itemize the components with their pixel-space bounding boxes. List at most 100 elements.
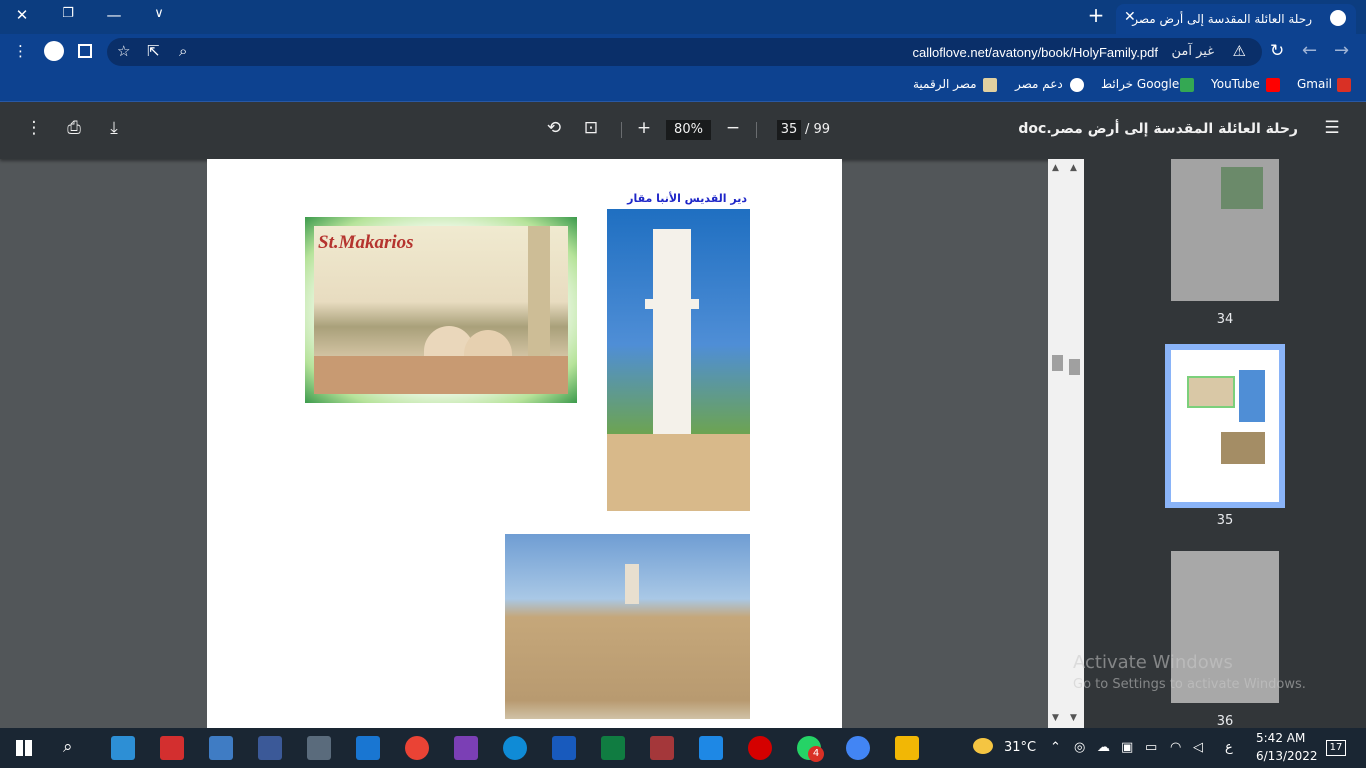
clock-time[interactable]: 5:42 AM: [1256, 731, 1305, 745]
thumbnail-pane: 34 35 36: [1084, 159, 1366, 729]
scroll-thumb[interactable]: [1052, 355, 1063, 371]
activation-watermark-subtitle: Go to Settings to activate Windows.: [1073, 677, 1306, 692]
scroll-down-icon[interactable]: ▼: [1070, 713, 1077, 723]
access-icon[interactable]: [650, 736, 674, 760]
scroll-down-icon[interactable]: ▼: [1052, 713, 1059, 723]
tower-balcony: [645, 299, 699, 309]
scroll-up-icon[interactable]: ▲: [1052, 163, 1059, 173]
zoom-in-icon[interactable]: +: [632, 118, 656, 138]
minimize-window-icon[interactable]: —: [103, 6, 125, 24]
close-window-icon[interactable]: ✕: [11, 6, 33, 24]
close-tab-icon[interactable]: ✕: [1124, 9, 1136, 25]
bookmark-support-egypt[interactable]: دعم مصر: [1015, 77, 1063, 91]
tab-search-icon[interactable]: ∨: [148, 6, 170, 21]
more-options-icon[interactable]: ⋮: [22, 118, 46, 138]
calendar-icon[interactable]: [356, 736, 380, 760]
taskbar: ⌕ 4 31°C ⌃ ◎ ☁ ▣ ▭ ◠ ◁ ع 5:42 AM 6/13/20…: [0, 728, 1366, 768]
zoom-search-icon[interactable]: ⌕: [179, 42, 187, 60]
bookmark-youtube[interactable]: YouTube: [1211, 77, 1260, 91]
opera-icon[interactable]: [748, 736, 772, 760]
bookmark-digital-egypt[interactable]: مصر الرقمية: [913, 77, 977, 91]
tower-photo: [607, 209, 750, 511]
globe-icon: [1330, 10, 1346, 26]
download-icon[interactable]: ⤓: [102, 118, 126, 138]
thumbnail-number: 34: [1216, 312, 1234, 327]
bookmark-maps[interactable]: خرائط Google: [1101, 77, 1179, 91]
scroll-up-icon[interactable]: ▲: [1070, 163, 1077, 173]
reload-icon[interactable]: ↻: [1270, 41, 1284, 61]
bookmark-star-icon[interactable]: ☆: [117, 42, 130, 60]
facebook-icon[interactable]: [258, 736, 282, 760]
building-base: [314, 356, 568, 394]
rotate-icon[interactable]: ⟲: [542, 118, 566, 138]
forward-icon[interactable]: →: [1334, 40, 1349, 61]
file-explorer-icon[interactable]: [895, 736, 919, 760]
weather-icon[interactable]: [973, 738, 993, 754]
side-panel-icon[interactable]: [78, 44, 92, 58]
notification-center[interactable]: 17: [1326, 740, 1346, 756]
language-indicator[interactable]: ع: [1225, 740, 1233, 755]
tray-icon[interactable]: ▣: [1121, 740, 1133, 755]
menu-dots-icon[interactable]: ⋮: [13, 42, 28, 60]
back-icon[interactable]: ←: [1302, 40, 1317, 61]
omnibox[interactable]: ☆ ⇱ ⌕ calloflove.net/avatony/book/HolyFa…: [107, 38, 1262, 66]
cloud-icon[interactable]: ☁: [1097, 740, 1110, 755]
warning-icon[interactable]: ⚠: [1233, 42, 1246, 60]
scroll-thumb[interactable]: [1069, 359, 1080, 375]
active-tab[interactable]: رحلة العائلة المقدسة إلى أرض مصر ✕: [1116, 4, 1356, 34]
chevron-up-icon[interactable]: ⌃: [1050, 740, 1061, 755]
magnifier-icon[interactable]: [209, 736, 233, 760]
restore-window-icon[interactable]: ❐: [57, 6, 79, 21]
address-row: ⋮ ☆ ⇱ ⌕ calloflove.net/avatony/book/Holy…: [0, 34, 1366, 70]
thumbnail-image: [1221, 432, 1265, 464]
search-icon[interactable]: ⌕: [63, 737, 73, 757]
visual-studio-icon[interactable]: [454, 736, 478, 760]
new-tab-button[interactable]: +: [1085, 3, 1107, 27]
security-label[interactable]: غير آمن: [1172, 44, 1215, 59]
windows-start-icon[interactable]: [16, 740, 32, 756]
thumbnail-page-35[interactable]: [1171, 350, 1279, 502]
sidebar-menu-icon[interactable]: ☰: [1320, 118, 1344, 138]
thumbnail-image: [1221, 167, 1263, 209]
profile-avatar[interactable]: [44, 41, 64, 61]
clock-date[interactable]: 6/13/2022: [1256, 749, 1318, 763]
separator: [621, 122, 622, 138]
battery-icon[interactable]: ▭: [1145, 740, 1157, 755]
share-icon[interactable]: ⇱: [147, 42, 160, 60]
bookmark-gmail[interactable]: Gmail: [1297, 77, 1332, 91]
youtube-icon: [1266, 78, 1280, 92]
monastery-wall-photo: [505, 534, 750, 719]
zoom-out-icon[interactable]: −: [721, 118, 745, 138]
wifi-icon[interactable]: ◠: [1170, 740, 1181, 755]
fit-page-icon[interactable]: ⊡: [579, 118, 603, 138]
sync-icon[interactable]: [699, 736, 723, 760]
thumbnail-number: 35: [1216, 513, 1234, 528]
tab-title: رحلة العائلة المقدسة إلى أرض مصر: [1132, 12, 1312, 26]
tray-icon[interactable]: ◎: [1074, 740, 1085, 755]
excel-icon[interactable]: [601, 736, 625, 760]
edge-icon[interactable]: [503, 736, 527, 760]
bell-tower: [528, 226, 550, 356]
whatsapp-badge: 4: [808, 746, 824, 762]
print-icon[interactable]: ⎙: [62, 118, 86, 138]
page-total: / 99: [805, 122, 831, 137]
weather-temp[interactable]: 31°C: [1004, 740, 1036, 755]
calculator-icon[interactable]: [307, 736, 331, 760]
page-caption: دير القديس الأنبا مقار: [627, 192, 747, 205]
pdf-page: دير القديس الأنبا مقار St.Makarios: [207, 159, 842, 728]
document-title: رحلة العائلة المقدسة إلى أرض مصر.doc: [1018, 121, 1298, 137]
zoom-level[interactable]: 80%: [666, 120, 711, 140]
chrome-icon[interactable]: [405, 736, 429, 760]
thumbnail-image: [1187, 376, 1235, 408]
church-base: [607, 434, 750, 511]
scrollbar[interactable]: ▲ ▲ ▼ ▼: [1048, 159, 1084, 728]
page-number-input[interactable]: 35: [777, 120, 801, 140]
thumbnail-page-34[interactable]: [1171, 159, 1279, 301]
url-text[interactable]: calloflove.net/avatony/book/HolyFamily.p…: [913, 45, 1158, 60]
autocad-icon[interactable]: [160, 736, 184, 760]
chrome-profile-icon[interactable]: [846, 736, 870, 760]
app-icon[interactable]: [111, 736, 135, 760]
wall-tower: [625, 564, 639, 604]
volume-icon[interactable]: ◁: [1193, 740, 1203, 755]
word-icon[interactable]: [552, 736, 576, 760]
